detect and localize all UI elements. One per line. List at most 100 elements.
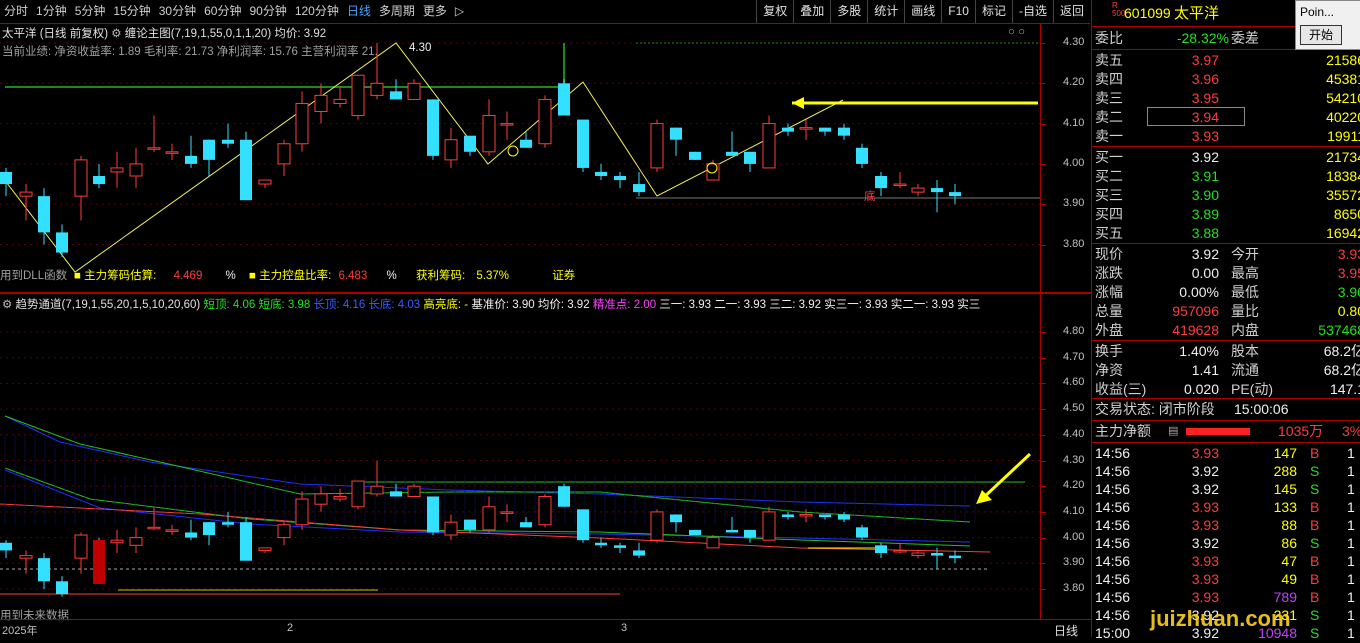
candle-body <box>295 498 309 526</box>
candle-body <box>838 514 850 520</box>
tick-volume: 86 <box>1281 535 1297 551</box>
tick-direction: S <box>1310 625 1320 641</box>
candle-body <box>314 493 328 505</box>
highlight-candle <box>93 540 105 584</box>
candle-body <box>390 91 402 100</box>
watermark: juizhuan.com <box>1150 606 1291 631</box>
period-tab-0[interactable]: 分时 <box>0 0 32 23</box>
period-tab-6[interactable]: 90分钟 <box>245 0 290 23</box>
tick-direction: B <box>1310 589 1320 605</box>
chart-mode: (日线 前复权) <box>39 28 109 40</box>
net-flow-label[interactable]: 主力净额 <box>1095 422 1151 441</box>
s31: 三一: 3.93 <box>659 299 712 311</box>
period-tab-1[interactable]: 1分钟 <box>32 0 71 23</box>
period-tab-2[interactable]: 5分钟 <box>71 0 110 23</box>
base-price: 基准价: 3.90 <box>471 299 535 311</box>
candle-body <box>185 155 197 164</box>
settings-icon[interactable]: ⚙ <box>111 28 121 40</box>
tick-volume: 145 <box>1273 481 1297 497</box>
candle-body <box>856 147 868 164</box>
point-dialog[interactable]: Poin... 开始 <box>1295 0 1360 50</box>
start-button[interactable]: 开始 <box>1300 25 1342 45</box>
settings-icon[interactable]: ⚙ <box>2 299 12 311</box>
lower-tick: 4.10 <box>1063 504 1085 517</box>
sub-indicator-name[interactable]: 趋势通道(7,19,1,55,20,1,5,10,20,60) <box>16 299 201 311</box>
candle-body <box>819 514 831 518</box>
net-flow-pct: 3% <box>1342 423 1360 439</box>
toolbar-button-0[interactable]: 复权 <box>756 0 793 23</box>
sell-volume: 21586 <box>1326 52 1360 68</box>
period-tab-9[interactable]: 多周期 <box>375 0 419 23</box>
toolbar-button-7[interactable]: -自选 <box>1011 0 1053 23</box>
candle-body <box>258 547 272 551</box>
toolbar-button-4[interactable]: 画线 <box>904 0 941 23</box>
candle-body <box>56 232 68 253</box>
upper-tick: 3.90 <box>1063 197 1085 210</box>
candle-body <box>222 522 234 525</box>
candle-body <box>110 167 124 173</box>
candle-body <box>147 526 161 530</box>
tick-price: 3.93 <box>1191 589 1219 605</box>
candle-body <box>744 151 756 164</box>
period-tab-3[interactable]: 15分钟 <box>109 0 154 23</box>
profit-label: 获利筹码: <box>415 270 466 282</box>
period-label[interactable]: 日线 <box>1054 622 1078 639</box>
period-tab-5[interactable]: 60分钟 <box>200 0 245 23</box>
candle-body <box>222 139 234 144</box>
kline-main-chart[interactable]: 太平洋 (日线 前复权) ⚙ 缠论主图(7,19,1,55,0,1,1,20) … <box>0 24 1040 292</box>
tick-time: 14:56 <box>1095 553 1131 569</box>
yellow-arrowhead <box>792 97 804 109</box>
toolbar-button-1[interactable]: 叠加 <box>793 0 830 23</box>
toolbar-button-3[interactable]: 统计 <box>867 0 904 23</box>
candle-body <box>351 480 365 508</box>
candle-body <box>93 175 105 185</box>
tick-time: 14:56 <box>1095 517 1131 533</box>
lower-tick: 4.70 <box>1063 350 1085 363</box>
net-flow-bar <box>1186 428 1250 435</box>
candle-body <box>74 159 88 197</box>
upper-price-axis: 4.30 4.20 4.10 4.00 3.90 3.80 <box>1040 24 1091 292</box>
candle-body <box>689 151 701 160</box>
candle-body <box>74 534 88 559</box>
chip-marker-icon: ■ <box>74 270 81 282</box>
toolbar-button-8[interactable]: 返回 <box>1052 0 1090 23</box>
candle-body <box>38 196 50 233</box>
candle-body <box>577 119 589 168</box>
candle-body <box>726 529 738 533</box>
candle-body <box>129 537 143 546</box>
period-tab-7[interactable]: 120分钟 <box>291 0 343 23</box>
quote-panel: R500 601099 太平洋 委比 -28.32% 委差 8 卖五 3.97 … <box>1091 0 1360 641</box>
yellow-arrow <box>980 452 1032 501</box>
candle-body <box>407 485 421 497</box>
stock-code: 601099 <box>1124 5 1171 21</box>
upper-tick: 4.20 <box>1063 76 1085 89</box>
peak-price-label: 4.30 <box>409 42 432 54</box>
tick-time: 14:56 <box>1095 463 1131 479</box>
toolbar-button-2[interactable]: 多股 <box>830 0 867 23</box>
main-indicator-name[interactable]: 缠论主图(7,19,1,55,0,1,1,20) <box>125 28 271 40</box>
avg-price: 均价: 3.92 <box>537 299 590 311</box>
candle-body <box>633 550 645 556</box>
candle-body <box>670 514 682 523</box>
candle-body <box>482 115 496 153</box>
toolbar-button-5[interactable]: F10 <box>941 0 975 23</box>
candle-body <box>295 102 309 145</box>
chart-options-icons[interactable]: ○ ○ <box>1008 26 1025 38</box>
candle-body <box>19 191 33 197</box>
more-arrow-icon[interactable]: ▷ <box>451 0 468 23</box>
period-tab-4[interactable]: 30分钟 <box>155 0 200 23</box>
candle-body <box>277 524 291 539</box>
tick-price: 3.93 <box>1191 571 1219 587</box>
period-tab-8[interactable]: 日线 <box>343 0 375 23</box>
candle-body <box>110 539 124 544</box>
sell-volume: 19911 <box>1327 128 1360 144</box>
expand-icon[interactable]: ▤ <box>1168 422 1178 441</box>
candle-body <box>370 82 384 96</box>
trend-channel-chart[interactable]: ⚙ 趋势通道(7,19,1,55,20,1,5,10,20,60) 短顶: 4.… <box>0 294 1040 622</box>
signal-marker <box>507 145 519 157</box>
r31: 实三一: 3.93 <box>824 299 888 311</box>
toolbar-button-6[interactable]: 标记 <box>974 0 1012 23</box>
candle-body <box>726 151 738 156</box>
candle-body <box>949 555 961 559</box>
period-tab-10[interactable]: 更多 <box>419 0 451 23</box>
